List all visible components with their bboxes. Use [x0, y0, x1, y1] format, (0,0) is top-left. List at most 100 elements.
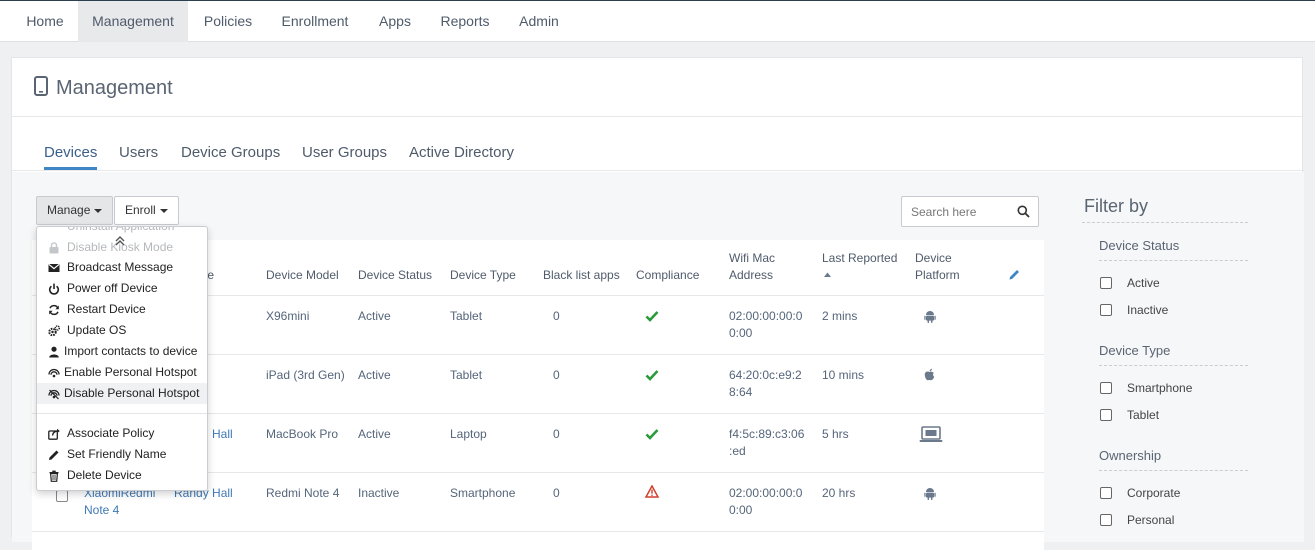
filter-inactive-checkbox[interactable] [1100, 304, 1112, 316]
android-icon [924, 311, 936, 323]
cell-wifi-mac: f4:5c:89:c3:06 :ed [729, 426, 804, 460]
header-blacklist-apps[interactable]: Black list apps [543, 267, 620, 284]
tab-active-directory[interactable]: Active Directory [409, 144, 514, 167]
cell-device-type: Tablet [450, 368, 483, 382]
wifi-mac-line1: f4:5c:89:c3:06 [729, 427, 805, 441]
nav-management[interactable]: Management [78, 1, 188, 42]
envelope-icon [48, 263, 60, 272]
header-platform-line2: Platform [915, 268, 960, 282]
laptop-icon [919, 426, 943, 442]
gears-icon [48, 325, 60, 337]
mobile-phone-icon [34, 76, 48, 96]
menu-item-power-off-device[interactable]: Power off Device [37, 278, 207, 299]
edit-columns-pencil-icon[interactable] [1008, 268, 1021, 281]
wifi-mac-line2: :ed [729, 444, 746, 458]
cell-device-status: Active [358, 309, 391, 323]
cell-device-model: iPad (3rd Gen) [266, 368, 345, 382]
header-last-reported-label: Last Reported [822, 251, 898, 265]
filter-active-checkbox[interactable] [1100, 277, 1112, 289]
sort-ascending-icon [824, 272, 831, 277]
tab-users[interactable]: Users [119, 144, 158, 167]
power-icon [48, 283, 60, 295]
cell-name[interactable]: Hall [212, 426, 233, 443]
menu-item-label: Delete Device [67, 468, 142, 482]
tab-devices[interactable]: Devices [44, 144, 98, 170]
pencil-icon [49, 450, 59, 460]
nav-admin[interactable]: Admin [508, 1, 570, 42]
nav-home[interactable]: Home [14, 1, 76, 42]
wifi-mac-line1: 64:20:0c:e9:2 [729, 368, 802, 382]
menu-item-update-os[interactable]: Update OS [37, 320, 207, 341]
wifi-mac-line2: 8:64 [729, 385, 753, 399]
top-navigation: Home Management Policies Enrollment Apps… [0, 0, 1315, 42]
nav-reports[interactable]: Reports [430, 1, 500, 42]
scroll-up-icon[interactable] [114, 235, 126, 247]
refresh-icon [49, 304, 59, 316]
menu-item-disable-personal-hotspot[interactable]: Disable Personal Hotspot [37, 383, 207, 404]
search-icon[interactable] [1017, 205, 1030, 218]
caret-down-icon [94, 208, 103, 213]
filter-option-corporate[interactable]: Corporate [1127, 486, 1180, 500]
page-title: Management [56, 77, 173, 99]
menu-item-broadcast-message[interactable]: Broadcast Message [37, 257, 207, 278]
menu-item-import-contacts[interactable]: Import contacts to device [37, 341, 207, 362]
nav-apps[interactable]: Apps [368, 1, 422, 42]
manage-dropdown-menu: Uninstall Application Disable Kiosk Mode… [36, 226, 208, 491]
nav-enrollment[interactable]: Enrollment [270, 1, 360, 42]
filter-option-active[interactable]: Active [1127, 276, 1160, 290]
header-wifi-mac[interactable]: Wifi Mac Address [729, 250, 775, 284]
cell-device-type: Smartphone [450, 486, 516, 500]
menu-item-label: Set Friendly Name [67, 447, 167, 461]
card-header: Management [12, 58, 1302, 117]
manage-button[interactable]: Manage [36, 196, 114, 225]
menu-item-enable-personal-hotspot[interactable]: Enable Personal Hotspot [37, 362, 207, 383]
menu-item-label: Disable Personal Hotspot [64, 386, 200, 400]
menu-item-associate-policy[interactable]: Associate Policy [37, 423, 207, 444]
header-device-model[interactable]: Device Model [266, 267, 339, 284]
header-wifi-line1: Wifi Mac [729, 251, 775, 265]
menu-item-set-friendly-name[interactable]: Set Friendly Name [37, 444, 207, 465]
cell-blacklist-count: 0 [553, 309, 560, 323]
filter-option-inactive[interactable]: Inactive [1127, 303, 1168, 317]
cell-blacklist-count: 0 [553, 368, 560, 382]
share-icon [48, 428, 60, 440]
row-select-checkbox[interactable] [56, 490, 68, 502]
menu-item-label: Enable Personal Hotspot [64, 365, 197, 379]
header-compliance[interactable]: Compliance [636, 267, 699, 284]
lock-icon [49, 242, 59, 254]
filter-group-ownership: Ownership [1099, 448, 1162, 463]
filter-corporate-checkbox[interactable] [1100, 487, 1112, 499]
header-device-status[interactable]: Device Status [358, 267, 432, 284]
cell-last-reported: 2 mins [822, 309, 858, 323]
nav-policies[interactable]: Policies [194, 1, 262, 42]
checkmark-icon [645, 370, 659, 381]
cell-last-reported: 20 hrs [822, 486, 856, 500]
menu-item-label: Import contacts to device [64, 344, 198, 358]
header-device-type[interactable]: Device Type [450, 267, 516, 284]
divider [1099, 470, 1248, 471]
filter-tablet-checkbox[interactable] [1100, 409, 1112, 421]
cell-device-status: Inactive [358, 486, 400, 500]
tab-device-groups[interactable]: Device Groups [181, 144, 280, 167]
enroll-button[interactable]: Enroll [114, 196, 179, 225]
caret-down-icon [159, 208, 168, 213]
checkmark-icon [645, 429, 659, 440]
menu-item-label: Restart Device [67, 302, 146, 316]
filter-option-personal[interactable]: Personal [1127, 513, 1174, 527]
menu-item-delete-device[interactable]: Delete Device [37, 465, 207, 486]
filter-option-smartphone[interactable]: Smartphone [1127, 381, 1192, 395]
tab-user-groups[interactable]: User Groups [302, 144, 387, 167]
menu-item-restart-device[interactable]: Restart Device [37, 299, 207, 320]
row-divider [32, 531, 1044, 532]
user-icon [49, 346, 59, 358]
filter-smartphone-checkbox[interactable] [1100, 382, 1112, 394]
filter-option-tablet[interactable]: Tablet [1127, 408, 1159, 422]
search-input[interactable] [902, 197, 1012, 226]
cell-blacklist-count: 0 [553, 486, 560, 500]
cell-wifi-mac: 64:20:0c:e9:2 8:64 [729, 367, 802, 401]
apple-icon [924, 368, 935, 381]
header-last-reported[interactable]: Last Reported [822, 250, 897, 284]
filter-personal-checkbox[interactable] [1100, 514, 1112, 526]
header-device-platform[interactable]: Device Platform [915, 250, 960, 284]
cell-device-type: Tablet [450, 309, 483, 323]
